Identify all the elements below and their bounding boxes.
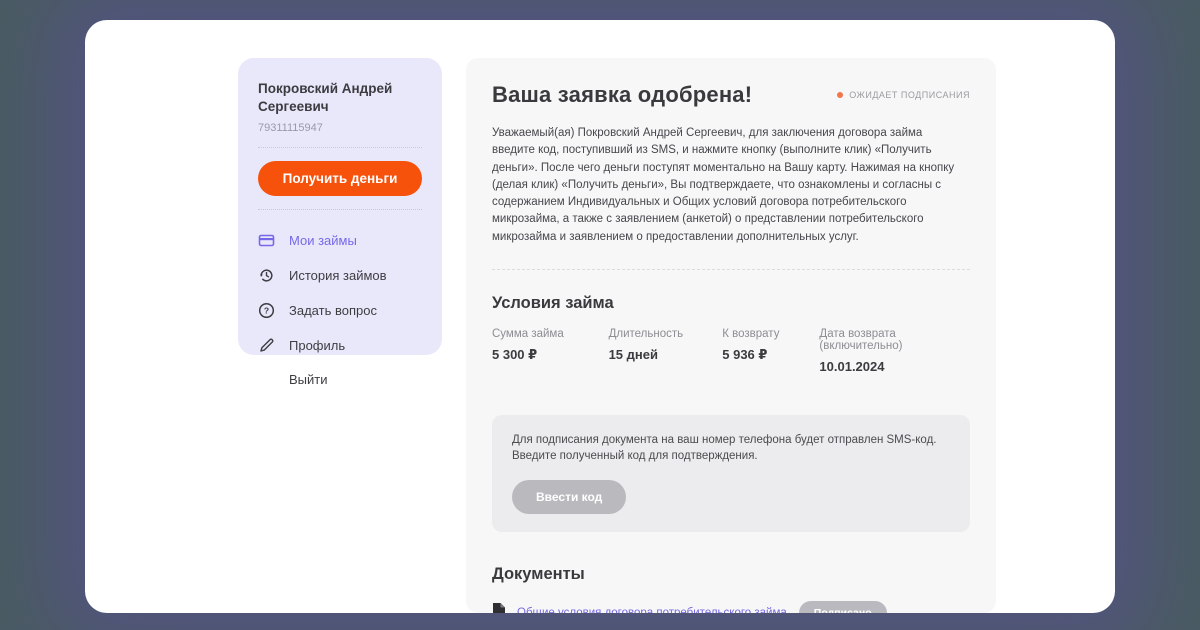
svg-text:?: ? — [264, 306, 269, 316]
term-label: К возврату — [722, 328, 819, 340]
user-name: Покровский Андрей Сергеевич — [258, 80, 422, 116]
term-value: 5 300 ₽ — [492, 347, 609, 363]
sidebar: Покровский Андрей Сергеевич 79311115947 … — [238, 58, 442, 355]
status-label: ОЖИДАЕТ ПОДПИСАНИЯ — [849, 90, 970, 100]
sidebar-item-profile[interactable]: Профиль — [258, 328, 422, 363]
sms-info-box: Для подписания документа на ваш номер те… — [492, 415, 970, 532]
enter-code-button[interactable]: Ввести код — [512, 480, 626, 514]
pencil-icon — [258, 337, 275, 354]
sidebar-item-label: Мои займы — [289, 233, 357, 248]
term-label: Длительность — [609, 328, 723, 340]
term-return-date: Дата возврата (включительно) 10.01.2024 — [819, 328, 970, 374]
divider — [258, 209, 422, 210]
sidebar-item-ask-question[interactable]: ? Задать вопрос — [258, 293, 422, 328]
card-icon — [258, 232, 275, 249]
status-dot-icon — [837, 92, 843, 98]
document-link[interactable]: Общие условия договора потребительского … — [517, 607, 787, 613]
term-amount: Сумма займа 5 300 ₽ — [492, 328, 609, 374]
loan-terms: Сумма займа 5 300 ₽ Длительность 15 дней… — [492, 328, 970, 374]
document-icon — [492, 602, 506, 613]
term-label: Сумма займа — [492, 328, 609, 340]
document-signed-badge: Подписано — [799, 601, 887, 613]
documents-section: Документы Общие условия договора потреби… — [492, 565, 970, 613]
sms-info-text: Для подписания документа на ваш номер те… — [512, 432, 950, 465]
document-row: Общие условия договора потребительского … — [492, 601, 970, 613]
user-phone: 79311115947 — [258, 122, 422, 134]
question-icon: ? — [258, 302, 275, 319]
get-money-button[interactable]: Получить деньги — [258, 161, 422, 196]
term-label: Дата возврата (включительно) — [819, 328, 970, 352]
sidebar-item-logout[interactable]: Выйти — [258, 363, 422, 396]
term-value: 10.01.2024 — [819, 359, 970, 374]
term-value: 5 936 ₽ — [722, 347, 819, 363]
app-card: Покровский Андрей Сергеевич 79311115947 … — [85, 20, 1115, 613]
sidebar-item-my-loans[interactable]: Мои займы — [258, 223, 422, 258]
sidebar-item-label: Задать вопрос — [289, 303, 377, 318]
main-panel: Ваша заявка одобрена! ОЖИДАЕТ ПОДПИСАНИЯ… — [466, 58, 996, 613]
history-icon — [258, 267, 275, 284]
sidebar-menu: Мои займы История займов ? Задать вопрос… — [258, 223, 422, 396]
term-value: 15 дней — [609, 347, 723, 362]
sidebar-item-label: История займов — [289, 268, 387, 283]
documents-heading: Документы — [492, 565, 970, 584]
status-badge: ОЖИДАЕТ ПОДПИСАНИЯ — [837, 90, 970, 100]
sidebar-item-label: Профиль — [289, 338, 345, 353]
divider — [492, 269, 970, 270]
page-title: Ваша заявка одобрена! — [492, 82, 752, 108]
intro-text: Уважаемый(ая) Покровский Андрей Сергееви… — [492, 125, 967, 246]
term-repayment: К возврату 5 936 ₽ — [722, 328, 819, 374]
sidebar-item-loan-history[interactable]: История займов — [258, 258, 422, 293]
divider — [258, 147, 422, 148]
terms-heading: Условия займа — [492, 294, 970, 313]
term-duration: Длительность 15 дней — [609, 328, 723, 374]
title-row: Ваша заявка одобрена! ОЖИДАЕТ ПОДПИСАНИЯ — [492, 82, 970, 108]
sidebar-item-label: Выйти — [289, 372, 328, 387]
